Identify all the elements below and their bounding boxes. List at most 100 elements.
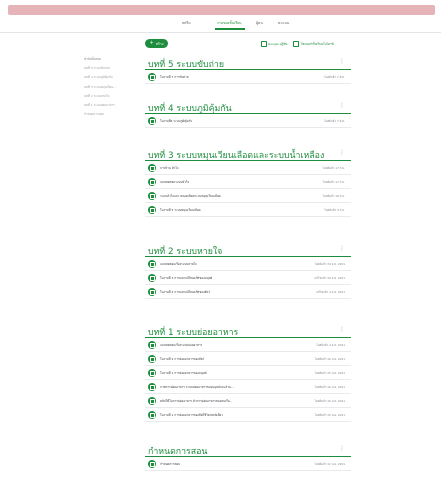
assignment-date: โพสต์แล้ว 16 พ.ย. 2021: [314, 398, 345, 403]
class-links: Google ปฏิทิน โฟลเดอร์ชั้นเรียนในไดรฟ์: [261, 41, 334, 47]
assignment-date: แก้ไขแล้ว 30 ธ.ค. 2021: [314, 275, 345, 280]
assignment-title: การบ้าน หัวใจ: [160, 165, 179, 170]
more-options-icon[interactable]: ⋮: [339, 327, 345, 333]
assignment-date: โพสต์แล้ว 16 พ.ย. 2021: [314, 356, 345, 361]
material-icon: [148, 459, 156, 468]
drive-folder-icon: [293, 41, 299, 47]
assignment-row[interactable]: ใบงานที่ 7 การขับถ่าย โพสต์แล้ว 7 มี.ค.: [145, 70, 351, 84]
assignment-date: โพสต์แล้ว 7 มี.ค.: [323, 118, 345, 123]
create-button[interactable]: + สร้าง: [145, 39, 168, 48]
assignment-row[interactable]: ใบงานที่6 ระบบภูมิคุ้มกัน โพสต์แล้ว 7 มี…: [145, 114, 351, 128]
nav-item-all-topics[interactable]: หัวข้อทั้งหมด: [84, 57, 136, 61]
header-divider: [0, 32, 441, 33]
assignment-title: ระบบหัวใจและ หลอดเลือดระบบหมุนเวียนเลือด: [160, 193, 221, 198]
assignment-row[interactable]: ใบงานที่ 4 การแลกเปลี่ยนแก๊สของสัตว์ แก้…: [145, 285, 351, 299]
google-calendar-label: Google ปฏิทิน: [268, 41, 288, 46]
assignment-title: ใบงานที่6 ระบบภูมิคุ้มกัน: [160, 118, 193, 123]
assignment-date: โพสต์แล้ว 17 ก.พ.: [322, 165, 345, 170]
more-options-icon[interactable]: ⋮: [339, 150, 345, 156]
topic-section: กำหนดการสอน ⋮ กำหนดการสอน โพสต์แล้ว 11 พ…: [145, 443, 351, 471]
create-button-label: สร้าง: [155, 41, 164, 46]
assignment-row[interactable]: แบบทดสอบระบบหัวใจ โพสต์แล้ว 17 ก.พ.: [145, 175, 351, 189]
assignment-date: แก้ไขแล้ว 4 ธ.ค. 2021: [316, 289, 345, 294]
active-tab-indicator: [215, 28, 245, 30]
assignment-date: โพสต์แล้ว 15 พ.ย. 2021: [314, 412, 345, 417]
more-options-icon[interactable]: ⋮: [339, 246, 345, 252]
assignment-date: โพสต์แล้ว 16 ก.พ.: [322, 193, 345, 198]
material-row[interactable]: กำหนดการสอน โพสต์แล้ว 11 พ.ย. 2021: [145, 457, 351, 471]
assignment-row[interactable]: แบบทดสอบเรื่องระบบหายใจ โพสต์แล้ว 30 ธ.ค…: [145, 257, 351, 271]
assignment-icon: [148, 205, 156, 214]
assignment-title: ใบงานที่ 4 การแลกเปลี่ยนแก๊สของสัตว์: [160, 289, 211, 294]
more-options-icon[interactable]: ⋮: [339, 103, 345, 109]
more-options-icon[interactable]: ⋮: [339, 59, 345, 65]
assignment-icon: [148, 382, 156, 391]
nav-item-topic[interactable]: บทที่ 5 ระบบขับถ่าย: [84, 66, 136, 70]
assignment-title: คลิปวีดีโอการย่อยอาหาร ตัวการย่อยอาหารขอ…: [160, 398, 233, 403]
topic-header: บทที่ 4 ระบบภูมิคุ้มกัน ⋮: [145, 100, 351, 114]
plus-icon: +: [149, 40, 154, 46]
assignment-date: โพสต์แล้ว 17 ก.พ.: [322, 179, 345, 184]
assignment-row[interactable]: ใบงานที่ 2 การย่อยอาหารของสัตว์ โพสต์แล้…: [145, 352, 351, 366]
assignment-title: ภาพการย่อยอาหาร ระบบย่อยอาหารของมนุษย์แล…: [160, 384, 234, 389]
topic-header: กำหนดการสอน ⋮: [145, 443, 351, 457]
assignment-date: โพสต์แล้ว 25 พ.ย. 2021: [314, 370, 345, 375]
tab-grades[interactable]: คะแนน: [278, 20, 289, 26]
nav-item-topic[interactable]: บทที่ 1 ระบบย่อยอาหาร: [84, 103, 136, 107]
nav-item-topic[interactable]: บทที่ 4 ระบบภูมิคุ้มกัน: [84, 75, 136, 79]
assignment-row[interactable]: ใบงานที่ 3 การแลกเปลี่ยนแก๊สของมนุษย์ แก…: [145, 271, 351, 285]
assignment-title: ใบงานที่ 2 การย่อยอาหารของสัตว์: [160, 356, 205, 361]
assignment-icon: [148, 163, 156, 172]
assignment-icon: [148, 340, 156, 349]
topic-header: บทที่ 1 ระบบย่อยอาหาร ⋮: [145, 324, 351, 338]
assignment-row[interactable]: ระบบหัวใจและ หลอดเลือดระบบหมุนเวียนเลือด…: [145, 189, 351, 203]
assignment-title: แบบทดสอบเรื่องระบบย่อยอาหาร: [160, 342, 203, 347]
class-drive-folder-label: โฟลเดอร์ชั้นเรียนในไดรฟ์: [300, 41, 334, 46]
topic-section: บทที่ 2 ระบบหายใจ ⋮ แบบทดสอบเรื่องระบบหา…: [145, 243, 351, 299]
assignment-title: แบบทดสอบระบบหัวใจ: [160, 179, 190, 184]
assignment-icon: [148, 368, 156, 377]
assignment-date: โพสต์แล้ว 4 ธ.ค. 2021: [316, 342, 345, 347]
assignment-icon: [148, 116, 156, 125]
assignment-title: ใบงานที่ 3 การแลกเปลี่ยนแก๊สของมนุษย์: [160, 275, 213, 280]
assignment-row[interactable]: ใบงานที่ 1 การย่อยอาหารของสิ่งมีชีวิตเซล…: [145, 408, 351, 422]
assignment-row[interactable]: แบบทดสอบเรื่องระบบย่อยอาหาร โพสต์แล้ว 4 …: [145, 338, 351, 352]
nav-item-topic[interactable]: บทที่ 3 ระบบหมุนเวียน...: [84, 85, 136, 89]
assignment-row[interactable]: การบ้าน หัวใจ โพสต์แล้ว 17 ก.พ.: [145, 161, 351, 175]
tab-classwork[interactable]: งานของชั้นเรียน: [217, 20, 242, 26]
assignment-row[interactable]: ภาพการย่อยอาหาร ระบบย่อยอาหารของมนุษย์แล…: [145, 380, 351, 394]
topic-section: บทที่ 4 ระบบภูมิคุ้มกัน ⋮ ใบงานที่6 ระบบ…: [145, 100, 351, 128]
assignment-icon: [148, 273, 156, 282]
topic-section: บทที่ 3 ระบบหมุนเวียนเลือดและระบบน้ำเหลื…: [145, 147, 351, 217]
calendar-icon: [261, 41, 267, 47]
assignment-date: โพสต์แล้ว 7 มี.ค.: [323, 74, 345, 79]
assignment-title: ใบงานที่ 1 การย่อยอาหารของมนุษย์: [160, 370, 207, 375]
more-options-icon[interactable]: ⋮: [339, 446, 345, 452]
nav-item-topic[interactable]: กำหนดการสอน: [84, 112, 136, 116]
class-tabs: สตรีม งานของชั้นเรียน ผู้คน คะแนน: [0, 14, 441, 32]
topic-header: บทที่ 5 ระบบขับถ่าย ⋮: [145, 56, 351, 70]
tab-people[interactable]: ผู้คน: [256, 20, 263, 26]
topic-header: บทที่ 2 ระบบหายใจ ⋮: [145, 243, 351, 257]
assignment-icon: [148, 410, 156, 419]
assignment-icon: [148, 72, 156, 81]
assignment-icon: [148, 191, 156, 200]
assignment-title: ใบงานที่ 7 การขับถ่าย: [160, 74, 189, 79]
assignment-icon: [148, 396, 156, 405]
assignment-row[interactable]: ใบงานที่ 5 ระบบหมุนเวียนเลือด โพสต์แล้ว …: [145, 203, 351, 217]
assignment-icon: [148, 177, 156, 186]
google-calendar-link[interactable]: Google ปฏิทิน: [261, 41, 287, 47]
assignment-row[interactable]: คลิปวีดีโอการย่อยอาหาร ตัวการย่อยอาหารขอ…: [145, 394, 351, 408]
assignment-row[interactable]: ใบงานที่ 1 การย่อยอาหารของมนุษย์ โพสต์แล…: [145, 366, 351, 380]
tab-stream[interactable]: สตรีม: [182, 20, 191, 26]
assignment-title: แบบทดสอบเรื่องระบบหายใจ: [160, 261, 197, 266]
assignment-date: โพสต์แล้ว 30 ธ.ค. 2021: [314, 261, 345, 266]
material-title: กำหนดการสอน: [160, 461, 181, 466]
topic-nav: หัวข้อทั้งหมด บทที่ 5 ระบบขับถ่าย บทที่ …: [84, 57, 136, 121]
topic-header: บทที่ 3 ระบบหมุนเวียนเลือดและระบบน้ำเหลื…: [145, 147, 351, 161]
class-drive-folder-link[interactable]: โฟลเดอร์ชั้นเรียนในไดรฟ์: [293, 41, 334, 47]
nav-item-topic[interactable]: บทที่ 2 ระบบหายใจ: [84, 94, 136, 98]
assignment-date: โพสต์แล้ว 4 ก.พ.: [324, 207, 345, 212]
topic-section: บทที่ 5 ระบบขับถ่าย ⋮ ใบงานที่ 7 การขับถ…: [145, 56, 351, 84]
assignment-title: ใบงานที่ 1 การย่อยอาหารของสิ่งมีชีวิตเซล…: [160, 412, 223, 417]
